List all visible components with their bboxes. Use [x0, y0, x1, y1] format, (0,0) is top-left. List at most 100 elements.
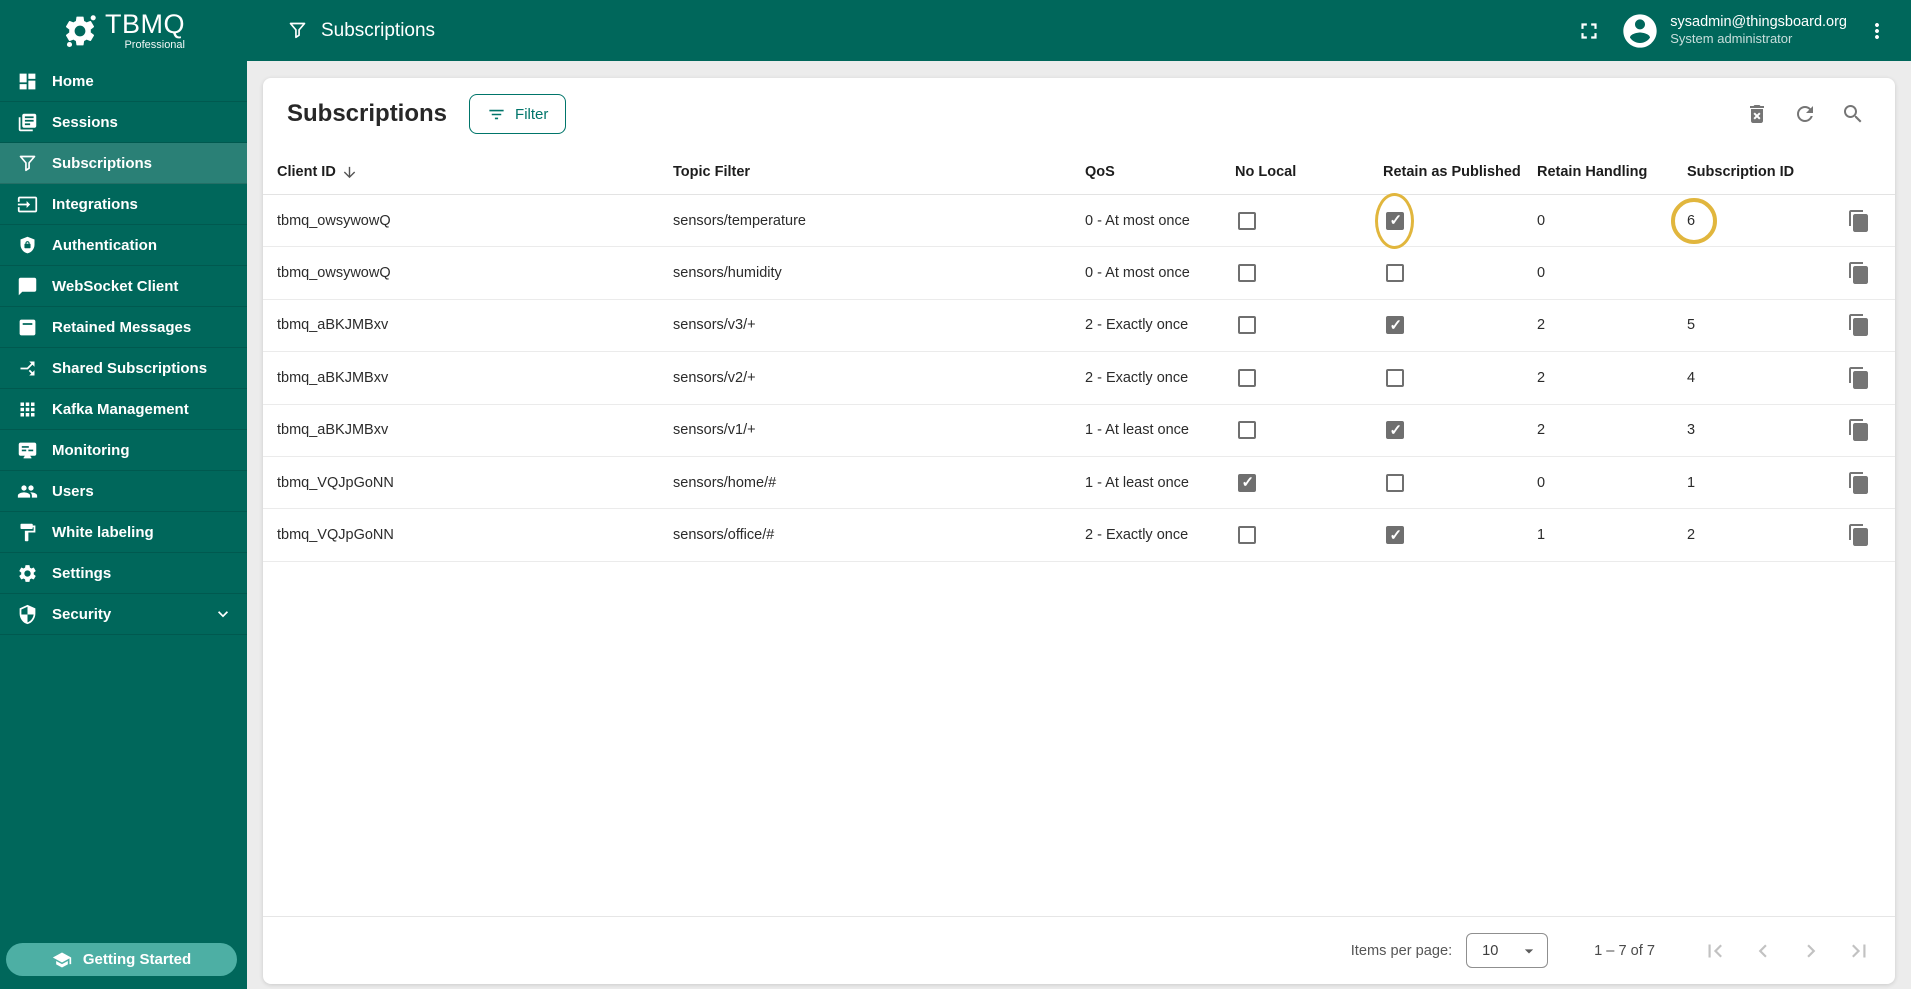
white-labeling-icon — [17, 522, 38, 543]
first-page-button[interactable] — [1691, 929, 1739, 973]
retain-as-published-checkbox[interactable] — [1386, 421, 1404, 440]
cell-client-id: tbmq_owsywowQ — [277, 212, 391, 229]
table-row[interactable]: tbmq_VQJpGoNN sensors/home/# 1 - At leas… — [263, 457, 1895, 510]
sidebar-item-shared-subscriptions[interactable]: Shared Subscriptions — [0, 348, 247, 389]
cell-qos: 2 - Exactly once — [1085, 527, 1189, 544]
copy-icon[interactable] — [1847, 313, 1871, 337]
sidebar-item-monitoring[interactable]: Monitoring — [0, 430, 247, 471]
getting-started-button[interactable]: Getting Started — [6, 943, 237, 976]
cell-client-id: tbmq_aBKJMBxv — [277, 369, 389, 386]
sidebar-item-settings[interactable]: Settings — [0, 553, 247, 594]
copy-icon[interactable] — [1847, 261, 1871, 285]
table-row[interactable]: tbmq_owsywowQ sensors/temperature 0 - At… — [263, 192, 1895, 249]
column-header-no-local[interactable]: No Local — [1235, 164, 1383, 180]
sidebar-item-label: Subscriptions — [52, 154, 153, 172]
copy-icon[interactable] — [1847, 366, 1871, 390]
cell-client-id: tbmq_aBKJMBxv — [277, 317, 389, 334]
retain-as-published-checkbox[interactable] — [1386, 526, 1404, 545]
sidebar-item-integrations[interactable]: Integrations — [0, 184, 247, 225]
no-local-checkbox[interactable] — [1238, 421, 1256, 440]
cell-qos: 2 - Exactly once — [1085, 369, 1189, 386]
cell-client-id: tbmq_owsywowQ — [277, 265, 391, 282]
top-bar: TBMQ Professional Subscriptions sysadmin… — [0, 0, 1911, 61]
column-header-retain-handling[interactable]: Retain Handling — [1537, 164, 1687, 180]
table-row[interactable]: tbmq_aBKJMBxv sensors/v3/+ 2 - Exactly o… — [263, 300, 1895, 353]
search-button[interactable] — [1833, 94, 1873, 134]
sidebar-item-security[interactable]: Security — [0, 594, 247, 635]
retained-icon — [17, 317, 38, 338]
table-row[interactable]: tbmq_owsywowQ sensors/humidity 0 - At mo… — [263, 247, 1895, 300]
previous-page-button[interactable] — [1739, 929, 1787, 973]
retain-as-published-checkbox[interactable] — [1386, 368, 1404, 387]
no-local-checkbox[interactable] — [1238, 211, 1256, 230]
sidebar-item-retained-messages[interactable]: Retained Messages — [0, 307, 247, 348]
sidebar-item-home[interactable]: Home — [0, 61, 247, 102]
sidebar-item-label: Sessions — [52, 113, 118, 131]
last-page-button[interactable] — [1835, 929, 1883, 973]
kafka-icon — [17, 399, 38, 420]
retain-as-published-checkbox[interactable] — [1386, 316, 1404, 335]
sidebar-item-label: Settings — [52, 564, 112, 582]
page-range-label: 1 – 7 of 7 — [1594, 942, 1655, 959]
column-header-subscription-id[interactable]: Subscription ID — [1687, 164, 1847, 180]
brand-edition: Professional — [124, 38, 185, 51]
column-header-qos[interactable]: QoS — [1085, 164, 1235, 180]
cell-qos: 0 - At most once — [1085, 265, 1190, 282]
more-vert-icon[interactable] — [1865, 19, 1889, 43]
sidebar-item-sessions[interactable]: Sessions — [0, 102, 247, 143]
main-content: Subscriptions Filter Client ID Topic Fil… — [247, 61, 1911, 989]
brand-logo[interactable]: TBMQ Professional — [62, 10, 185, 51]
auth-icon — [17, 235, 38, 256]
user-info: sysadmin@thingsboard.org System administ… — [1670, 13, 1847, 47]
no-local-checkbox[interactable] — [1238, 473, 1256, 492]
sidebar-item-label: Monitoring — [52, 441, 130, 459]
sidebar: Home Sessions Subscriptions Integrations… — [0, 61, 247, 989]
clear-empty-subscription-nodes-button[interactable] — [1737, 94, 1777, 134]
avatar[interactable] — [1620, 11, 1660, 51]
table-row[interactable]: tbmq_VQJpGoNN sensors/office/# 2 - Exact… — [263, 509, 1895, 562]
no-local-checkbox[interactable] — [1238, 368, 1256, 387]
table-row[interactable]: tbmq_aBKJMBxv sensors/v1/+ 1 - At least … — [263, 405, 1895, 457]
column-header-client-id[interactable]: Client ID — [277, 164, 673, 181]
cell-retain-handling: 2 — [1537, 317, 1546, 334]
funnel-icon — [17, 153, 38, 174]
copy-icon[interactable] — [1847, 418, 1871, 442]
cell-topic-filter: sensors/office/# — [673, 527, 775, 544]
retain-as-published-checkbox[interactable] — [1386, 473, 1404, 492]
page-size-select[interactable]: 10 — [1466, 933, 1549, 968]
cell-topic-filter: sensors/home/# — [673, 474, 777, 491]
sidebar-item-label: Users — [52, 482, 94, 500]
refresh-button[interactable] — [1785, 94, 1825, 134]
users-icon — [17, 481, 38, 502]
sidebar-item-users[interactable]: Users — [0, 471, 247, 512]
no-local-checkbox[interactable] — [1238, 526, 1256, 545]
no-local-checkbox[interactable] — [1238, 264, 1256, 283]
cell-topic-filter: sensors/temperature — [673, 212, 806, 229]
retain-as-published-checkbox[interactable] — [1386, 264, 1404, 283]
copy-icon[interactable] — [1847, 471, 1871, 495]
sidebar-item-authentication[interactable]: Authentication — [0, 225, 247, 266]
next-page-button[interactable] — [1787, 929, 1835, 973]
sidebar-item-white-labeling[interactable]: White labeling — [0, 512, 247, 553]
retain-as-published-checkbox[interactable] — [1386, 211, 1404, 230]
column-header-topic-filter[interactable]: Topic Filter — [673, 164, 1085, 180]
column-header-retain-as-published[interactable]: Retain as Published — [1383, 164, 1537, 180]
sidebar-item-subscriptions[interactable]: Subscriptions — [0, 143, 247, 184]
fullscreen-icon[interactable] — [1576, 18, 1602, 44]
first-page-icon — [1702, 938, 1728, 964]
sidebar-item-label: Home — [52, 72, 94, 90]
integrations-icon — [17, 194, 38, 215]
no-local-checkbox[interactable] — [1238, 316, 1256, 335]
table-row[interactable]: tbmq_aBKJMBxv sensors/v2/+ 2 - Exactly o… — [263, 352, 1895, 405]
sidebar-item-kafka-management[interactable]: Kafka Management — [0, 389, 247, 430]
tbmq-logo-icon — [62, 13, 98, 49]
filter-button[interactable]: Filter — [469, 94, 567, 134]
sidebar-item-websocket-client[interactable]: WebSocket Client — [0, 266, 247, 307]
copy-icon[interactable] — [1847, 209, 1871, 233]
cell-client-id: tbmq_aBKJMBxv — [277, 422, 389, 439]
cell-client-id: tbmq_VQJpGoNN — [277, 527, 394, 544]
copy-icon[interactable] — [1847, 523, 1871, 547]
cell-retain-handling: 0 — [1537, 265, 1546, 282]
chevron-right-icon — [1798, 938, 1824, 964]
paginator: Items per page: 10 1 – 7 of 7 — [263, 916, 1895, 984]
